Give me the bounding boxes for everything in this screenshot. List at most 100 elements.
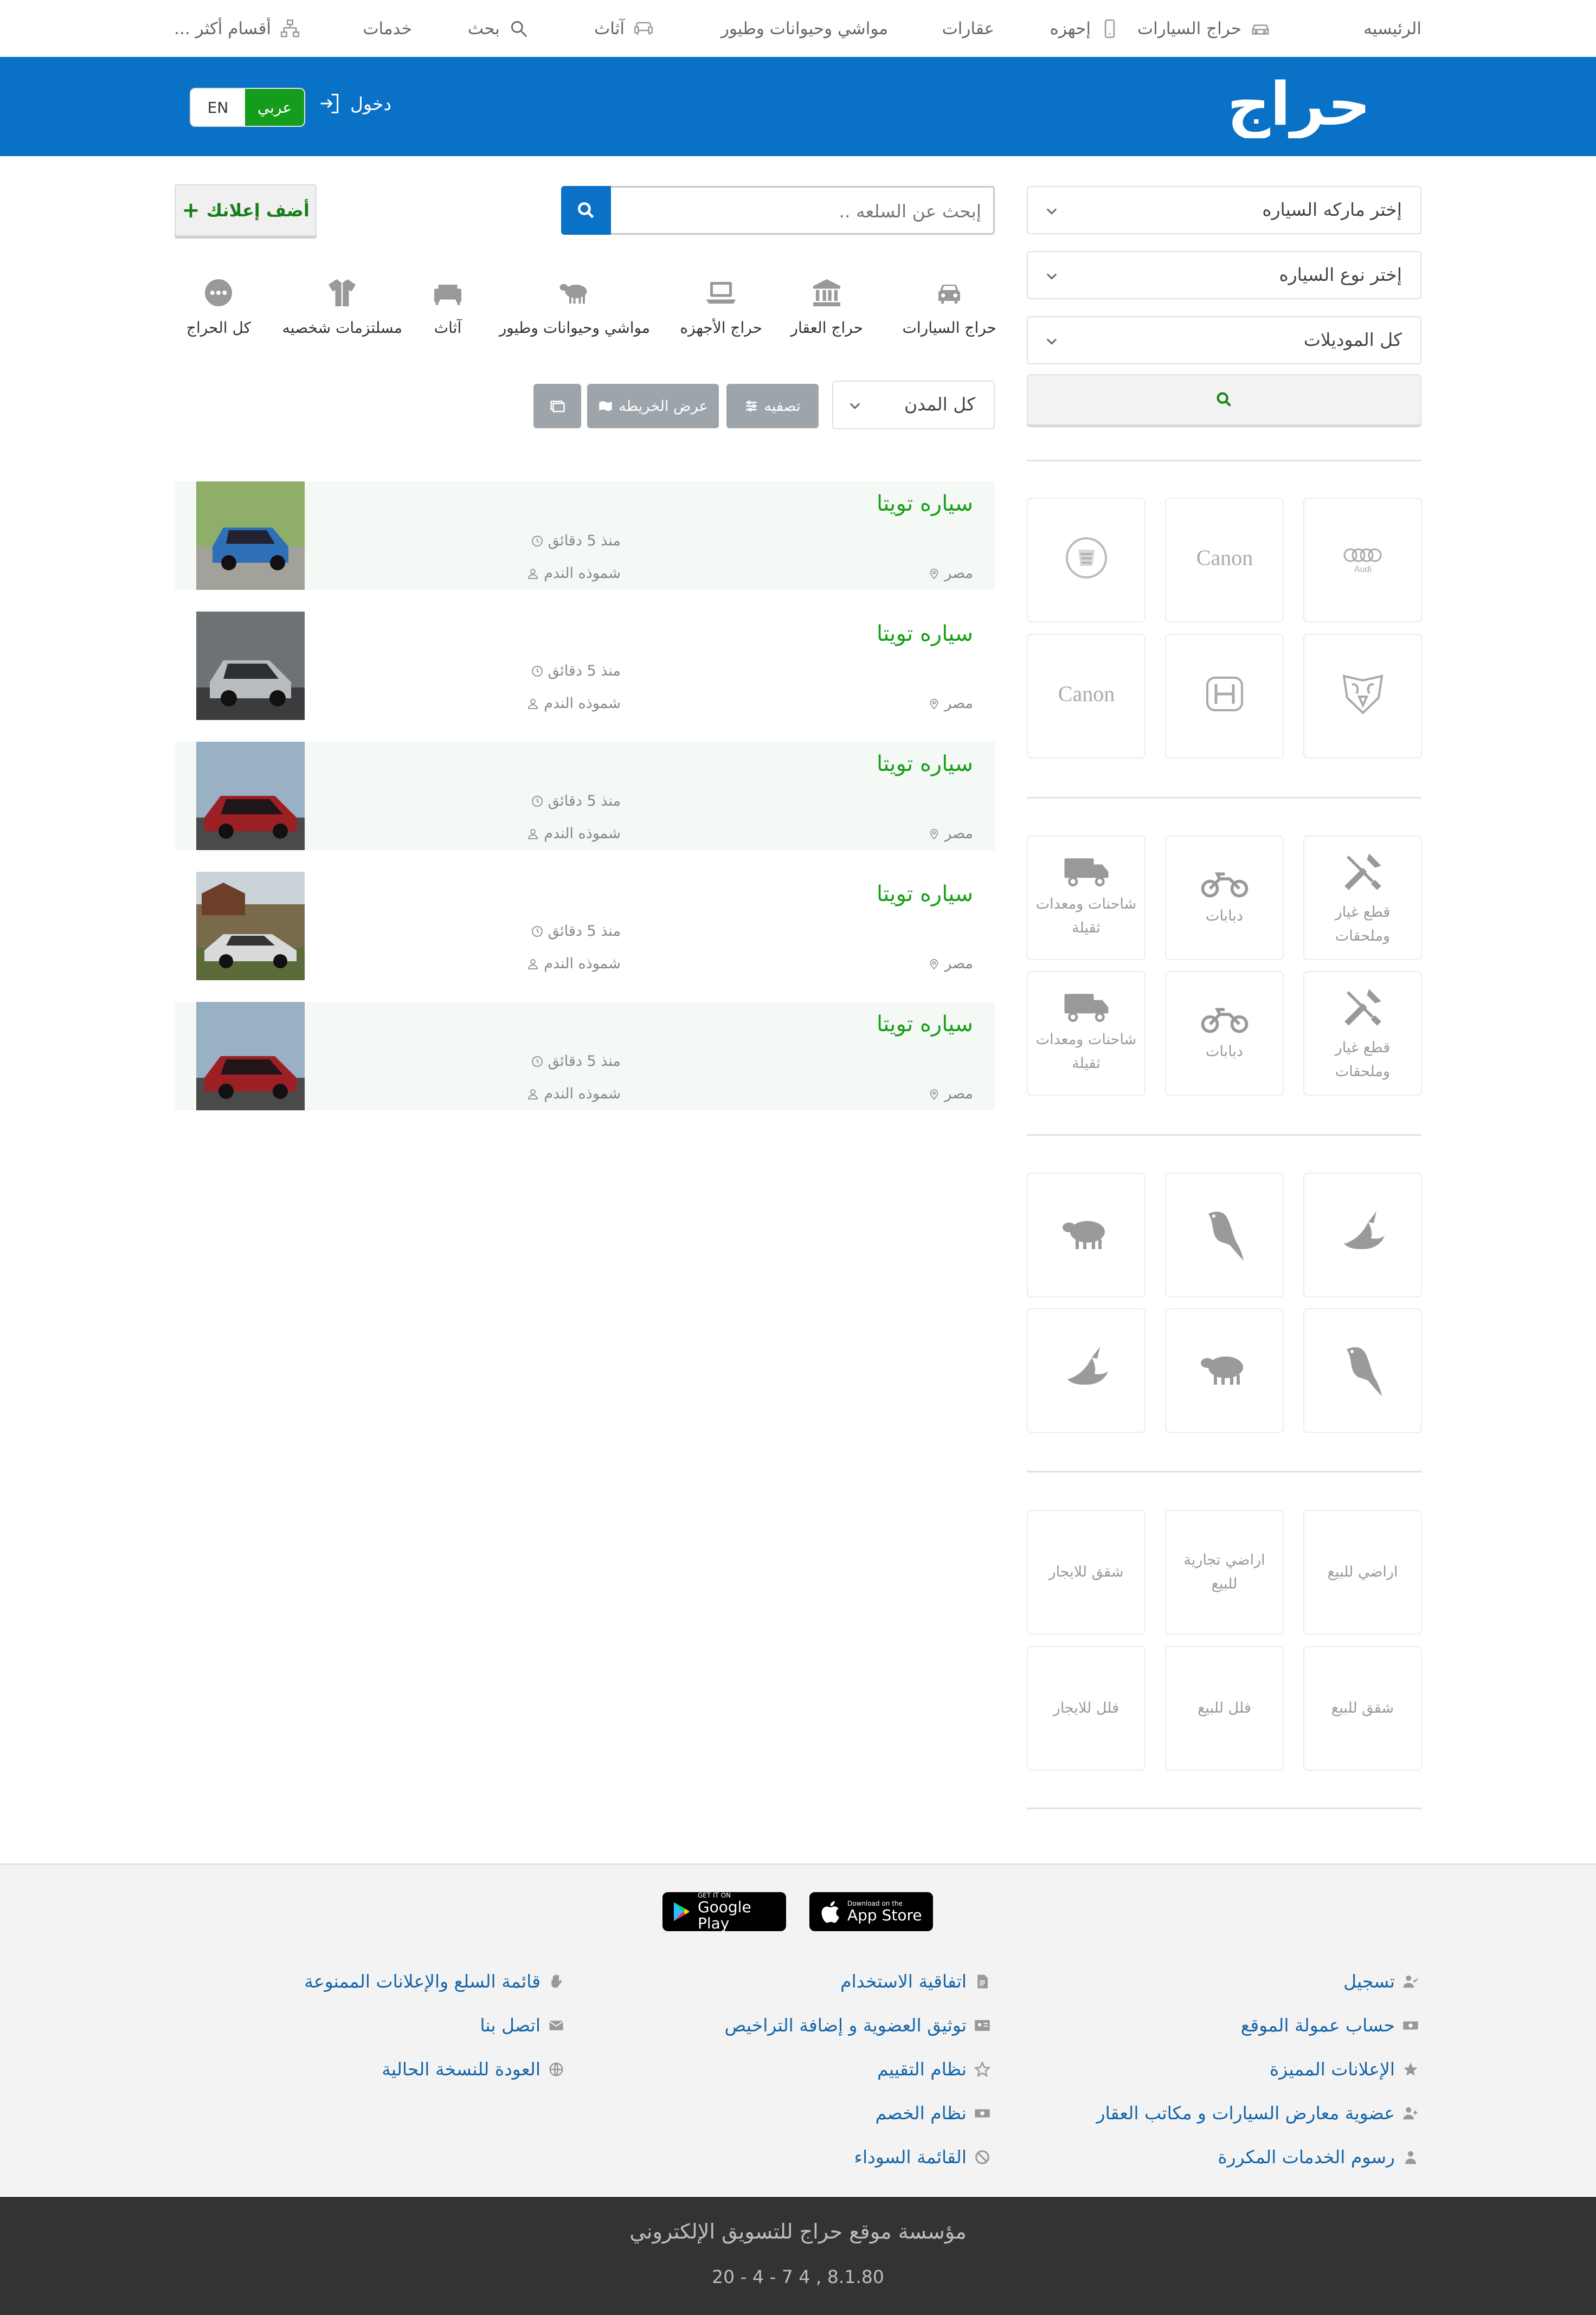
footer-link-current-version[interactable]: العودة للنسخة الحالية (382, 2059, 564, 2080)
tile-trucks-2[interactable]: شاحنات ومعدات ثقيلة (1027, 971, 1145, 1096)
search-button[interactable] (561, 186, 611, 235)
brand-tile-canon[interactable]: Canon (1165, 498, 1284, 622)
tile-birds-2[interactable] (1027, 1308, 1145, 1433)
nav-services[interactable]: خدمات (363, 15, 412, 42)
tile-trucks[interactable]: شاحنات ومعدات ثقيلة (1027, 835, 1145, 960)
category-label: مسلتزمات شخصيه (282, 319, 402, 337)
tile-spare-parts-2[interactable]: قطع غيار وملحقات (1303, 971, 1422, 1096)
nav-animals[interactable]: مواشي وحيوانات وطيور (721, 15, 888, 42)
category-furniture[interactable]: آثاث (432, 276, 464, 337)
nav-devices[interactable]: إحهزه (1050, 15, 1120, 42)
category-cars[interactable]: حراج السيارات (903, 276, 996, 337)
tile-sheep-2[interactable] (1165, 1308, 1284, 1433)
google-play-text: GET IT ON Google Play (697, 1892, 751, 1932)
listing-title[interactable]: سياره تويتا (877, 621, 973, 646)
tile-sheep[interactable] (1027, 1173, 1145, 1297)
listing-thumbnail[interactable] (196, 612, 305, 720)
map-view-button[interactable]: عرض الخريطه (587, 384, 719, 428)
listing-user[interactable]: شموذه الندم (526, 565, 621, 582)
category-realestate[interactable]: حراج العقار (790, 276, 863, 337)
footer-link-commission[interactable]: حساب عمولة الموقع (1241, 2015, 1419, 2036)
search-input[interactable] (634, 196, 981, 226)
footer-link-featured-ads[interactable]: الإعلانات المميزة (1270, 2059, 1419, 2080)
category-devices[interactable]: حراج الأجهزه (680, 276, 762, 337)
tile-commercial-land[interactable]: اراضي تجارية للبيع (1165, 1510, 1284, 1635)
brand-select[interactable]: إختر ماركه السياره (1027, 186, 1421, 234)
footer-link-label: نظام التقييم (877, 2059, 967, 2080)
brand-tile-audi[interactable]: Audi (1303, 498, 1422, 622)
brand-tile-honda[interactable] (1165, 634, 1284, 758)
listing-title[interactable]: سياره تويتا (877, 491, 973, 516)
gallery-view-button[interactable] (533, 384, 581, 428)
sidebar-search-button[interactable] (1027, 374, 1421, 425)
parrot-icon (1346, 1347, 1382, 1396)
footer-link-rating[interactable]: نظام التقييم (877, 2059, 990, 2080)
footer-link-blacklist[interactable]: القائمة السوداء (854, 2146, 990, 2168)
lang-ar-button[interactable]: عربي (245, 89, 304, 126)
footer-link-terms[interactable]: اتفاقية الاستخدام (840, 1971, 990, 1992)
footer-link-service-fees[interactable]: رسوم الخدمات المكررة (1218, 2146, 1419, 2168)
listing-title[interactable]: سياره تويتا (877, 882, 973, 906)
category-animals[interactable]: مواشي وحيوانات وطيور (499, 276, 650, 337)
footer-link-discount[interactable]: نظام الخصم (876, 2102, 990, 2124)
tile-motorcycles-2[interactable]: دبابات (1165, 971, 1284, 1096)
car-icon (938, 285, 961, 304)
listing-user[interactable]: شموذه الندم (526, 825, 621, 842)
listing-thumbnail[interactable] (196, 1002, 305, 1110)
nav-label: خدمات (363, 19, 412, 38)
tile-villas-rent[interactable]: فلل للايجار (1027, 1646, 1145, 1771)
nav-furniture[interactable]: آثاث (594, 15, 654, 42)
nav-home[interactable]: الرئيسيه (1363, 15, 1421, 42)
listing-item[interactable]: سياره تويتا منذ 5 دقائق شموذه الندم مصر (175, 481, 995, 590)
listing-user[interactable]: شموذه الندم (526, 1085, 621, 1102)
brand-tile-cadillac[interactable] (1027, 498, 1145, 622)
listing-item[interactable]: سياره تويتا منذ 5 دقائق شموذه الندم مصر (175, 872, 995, 980)
globe-icon (549, 2062, 563, 2076)
listing-item[interactable]: سياره تويتا منذ 5 دقائق شموذه الندم مصر (175, 612, 995, 720)
footer-link-register[interactable]: تسجيل (1343, 1971, 1419, 1992)
category-personal[interactable]: مسلتزمات شخصيه (282, 276, 402, 337)
google-play-badge[interactable]: GET IT ON Google Play (662, 1892, 786, 1932)
footer-link-prohibited[interactable]: قائمة السلع والإعلانات الممنوعة (304, 1971, 564, 1992)
tile-motorcycles[interactable]: دبابات (1165, 835, 1284, 960)
model-select[interactable]: كل الموديلات (1027, 316, 1421, 364)
listing-user[interactable]: شموذه الندم (526, 955, 621, 972)
tile-parrots-2[interactable] (1303, 1308, 1422, 1433)
lang-en-button[interactable]: EN (191, 89, 245, 126)
listing-title[interactable]: سياره تويتا (877, 1012, 973, 1037)
tile-apartments-rent[interactable]: شقق للايجار (1027, 1510, 1145, 1635)
nav-search[interactable]: بحث (468, 15, 529, 42)
motorcycle-icon (1201, 1008, 1248, 1033)
listing-item[interactable]: سياره تويتا منذ 5 دقائق شموذه الندم مصر (175, 742, 995, 850)
id-card-icon (975, 2020, 990, 2031)
category-all[interactable]: كل الحراج (186, 276, 251, 337)
footer-link-membership[interactable]: عضوية معارض السيارات و مكاتب العقار (1097, 2102, 1419, 2124)
canon-logo-icon: Canon (1196, 545, 1252, 570)
listing-thumbnail[interactable] (196, 872, 305, 980)
tile-parrots[interactable] (1165, 1173, 1284, 1297)
nav-realestate[interactable]: عقارات (942, 15, 994, 42)
tile-land-sale[interactable]: اراضي للبيع (1303, 1510, 1422, 1635)
add-ad-button[interactable]: أضف إعلانك + (175, 184, 317, 236)
nav-cars[interactable]: حراج السيارات (1137, 15, 1271, 42)
login-button[interactable]: دخول (318, 92, 391, 115)
type-select[interactable]: إختر نوع السياره (1027, 251, 1421, 299)
listing-thumbnail[interactable] (196, 481, 305, 590)
tile-spare-parts[interactable]: قطع غيار وملحقات (1303, 835, 1422, 960)
tile-birds[interactable] (1303, 1173, 1422, 1297)
brand-tile-ram[interactable] (1303, 634, 1422, 758)
tile-villas-sale[interactable]: فلل للبيع (1165, 1646, 1284, 1771)
tile-apartments-sale[interactable]: شقق للبيع (1303, 1646, 1422, 1771)
haraj-logo[interactable]: حراج (1176, 73, 1421, 138)
filter-button[interactable]: تصفيه (726, 384, 819, 428)
nav-more[interactable]: أقسام أكثر ... (174, 15, 300, 42)
footer-link-verification[interactable]: توثيق العضوية و إضافة التراخيص (724, 2015, 990, 2036)
app-store-badge[interactable]: Download on the App Store (809, 1892, 933, 1931)
listing-title[interactable]: سياره تويتا (877, 751, 973, 776)
city-select[interactable]: كل المدن (832, 381, 995, 429)
listing-user[interactable]: شموذه الندم (526, 695, 621, 712)
listing-thumbnail[interactable] (196, 742, 305, 850)
brand-tile-canon-2[interactable]: Canon (1027, 634, 1145, 758)
listing-item[interactable]: سياره تويتا منذ 5 دقائق شموذه الندم مصر (175, 1002, 995, 1110)
footer-link-contact[interactable]: اتصل بنا (480, 2015, 564, 2036)
